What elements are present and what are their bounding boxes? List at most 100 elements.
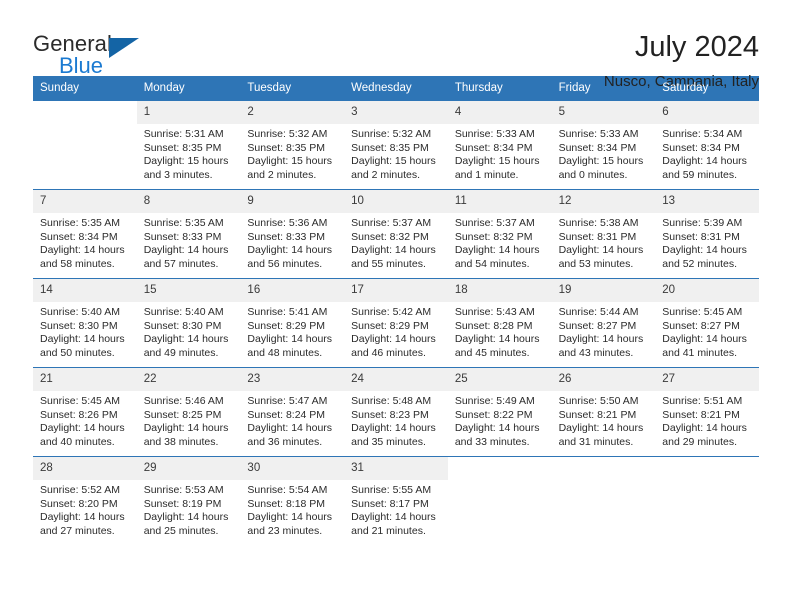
- calendar-day-cell[interactable]: 15 Sunrise: 5:40 AM Sunset: 8:30 PM Dayligh…: [136, 279, 241, 367]
- day-details: Sunrise: 5:48 AM Sunset: 8:23 PM Daylight:…: [344, 391, 448, 449]
- day-number: [33, 101, 137, 124]
- day-detail-line: and 1 minute.: [454, 168, 519, 181]
- calendar-day-cell[interactable]: 8 Sunrise: 5:35 AM Sunset: 8:33 PM Daylight…: [136, 190, 241, 278]
- day-detail-line: Sunset: 8:22 PM: [454, 408, 533, 421]
- day-detail-line: Sunrise: 5:42 AM: [351, 306, 432, 318]
- calendar-day-cell[interactable]: 5 Sunrise: 5:33 AM Sunset: 8:34 PM Daylight…: [551, 101, 656, 189]
- calendar-day-cell[interactable]: 20 Sunrise: 5:45 AM Sunset: 8:27 PM Dayligh…: [655, 279, 759, 367]
- day-detail-line: and 21 minutes.: [351, 524, 426, 537]
- day-detail-line: and 55 minutes.: [351, 257, 426, 270]
- day-detail-line: Sunrise: 5:38 AM: [558, 217, 639, 229]
- day-number: 28: [33, 457, 137, 480]
- day-details: Sunrise: 5:34 AM Sunset: 8:34 PM Daylight:…: [655, 124, 759, 182]
- day-detail-line: Sunset: 8:31 PM: [558, 230, 637, 243]
- calendar-day-cell[interactable]: 12 Sunrise: 5:38 AM Sunset: 8:31 PM Dayligh…: [551, 190, 656, 278]
- day-detail-line: and 27 minutes.: [40, 524, 115, 537]
- calendar-day-cell-empty: [447, 457, 552, 545]
- day-number: 4: [447, 101, 552, 124]
- calendar-day-cell[interactable]: 1 Sunrise: 5:31 AM Sunset: 8:35 PM Daylight…: [136, 101, 241, 189]
- day-details: Sunrise: 5:40 AM Sunset: 8:30 PM Daylight:…: [33, 302, 137, 360]
- day-details: Sunrise: 5:38 AM Sunset: 8:31 PM Daylight:…: [552, 213, 656, 271]
- day-number: 8: [136, 190, 241, 213]
- calendar-day-cell[interactable]: 28 Sunrise: 5:52 AM Sunset: 8:20 PM Dayligh…: [33, 457, 137, 545]
- calendar-grid: Sunday Monday Tuesday Wednesday Thursday Frid…: [33, 76, 759, 545]
- day-detail-line: Daylight: 14 hours: [40, 244, 125, 257]
- day-detail-line: Sunrise: 5:45 AM: [662, 306, 743, 318]
- day-detail-line: Sunset: 8:35 PM: [247, 141, 326, 154]
- day-details: Sunrise: 5:45 AM Sunset: 8:26 PM Daylight:…: [33, 391, 137, 449]
- day-detail-line: Daylight: 14 hours: [40, 333, 125, 346]
- calendar-day-cell[interactable]: 23 Sunrise: 5:47 AM Sunset: 8:24 PM Dayligh…: [240, 368, 345, 456]
- calendar-day-cell[interactable]: 3 Sunrise: 5:32 AM Sunset: 8:35 PM Daylight…: [344, 101, 448, 189]
- calendar-day-cell-empty: [655, 457, 759, 545]
- day-details: Sunrise: 5:49 AM Sunset: 8:22 PM Daylight:…: [448, 391, 552, 449]
- calendar-day-cell[interactable]: 25 Sunrise: 5:49 AM Sunset: 8:22 PM Dayligh…: [447, 368, 552, 456]
- day-detail-line: Sunrise: 5:51 AM: [662, 395, 743, 407]
- day-detail-line: and 45 minutes.: [454, 346, 530, 359]
- brand-logo[interactable]: General Blue: [33, 30, 163, 88]
- calendar-day-cell[interactable]: 26 Sunrise: 5:50 AM Sunset: 8:21 PM Dayligh…: [551, 368, 656, 456]
- day-detail-line: Daylight: 14 hours: [351, 422, 436, 435]
- calendar-day-cell[interactable]: 6 Sunrise: 5:34 AM Sunset: 8:34 PM Daylight…: [655, 101, 759, 189]
- day-number: 21: [33, 368, 137, 391]
- day-number: 31: [344, 457, 448, 480]
- day-details: Sunrise: 5:53 AM Sunset: 8:19 PM Daylight:…: [137, 480, 241, 538]
- day-detail-line: and 23 minutes.: [247, 524, 323, 537]
- day-number: 10: [344, 190, 448, 213]
- calendar-day-cell[interactable]: 4 Sunrise: 5:33 AM Sunset: 8:34 PM Daylight…: [447, 101, 552, 189]
- day-detail-line: Daylight: 15 hours: [351, 155, 436, 168]
- day-number: [448, 457, 552, 480]
- day-detail-line: Sunrise: 5:53 AM: [143, 484, 224, 496]
- calendar-body: 1 Sunrise: 5:31 AM Sunset: 8:35 PM Daylight…: [33, 101, 759, 545]
- day-detail-line: Daylight: 14 hours: [454, 422, 540, 435]
- day-details: Sunrise: 5:35 AM Sunset: 8:34 PM Daylight:…: [33, 213, 137, 271]
- day-detail-line: Sunrise: 5:46 AM: [143, 395, 224, 407]
- day-number: 9: [240, 190, 345, 213]
- day-detail-line: and 57 minutes.: [143, 257, 219, 270]
- day-detail-line: Daylight: 15 hours: [143, 155, 229, 168]
- day-detail-line: Sunset: 8:21 PM: [558, 408, 637, 421]
- calendar-day-cell[interactable]: 2 Sunrise: 5:32 AM Sunset: 8:35 PM Daylight…: [240, 101, 345, 189]
- day-number: 13: [655, 190, 759, 213]
- calendar-day-cell[interactable]: 30 Sunrise: 5:54 AM Sunset: 8:18 PM Dayligh…: [240, 457, 345, 545]
- calendar-day-cell[interactable]: 29 Sunrise: 5:53 AM Sunset: 8:19 PM Dayligh…: [136, 457, 241, 545]
- calendar-day-cell[interactable]: 9 Sunrise: 5:36 AM Sunset: 8:33 PM Daylight…: [240, 190, 345, 278]
- day-detail-line: Sunset: 8:31 PM: [662, 230, 740, 243]
- weekday-header-wednesday: Wednesday: [351, 82, 412, 94]
- calendar-day-cell[interactable]: 22 Sunrise: 5:46 AM Sunset: 8:25 PM Dayligh…: [136, 368, 241, 456]
- calendar-day-cell[interactable]: 27 Sunrise: 5:51 AM Sunset: 8:21 PM Dayligh…: [655, 368, 759, 456]
- calendar-day-cell[interactable]: 14 Sunrise: 5:40 AM Sunset: 8:30 PM Dayligh…: [33, 279, 137, 367]
- calendar-day-cell[interactable]: 17 Sunrise: 5:42 AM Sunset: 8:29 PM Dayligh…: [344, 279, 448, 367]
- day-detail-line: Sunrise: 5:49 AM: [454, 395, 535, 407]
- day-detail-line: Sunrise: 5:54 AM: [247, 484, 328, 496]
- calendar-day-cell[interactable]: 24 Sunrise: 5:48 AM Sunset: 8:23 PM Dayligh…: [344, 368, 448, 456]
- day-number: 19: [551, 279, 656, 302]
- day-detail-line: Sunset: 8:34 PM: [558, 141, 637, 154]
- day-detail-line: Sunset: 8:29 PM: [351, 319, 429, 332]
- calendar-day-cell[interactable]: 13 Sunrise: 5:39 AM Sunset: 8:31 PM Dayligh…: [655, 190, 759, 278]
- calendar-day-cell[interactable]: 19 Sunrise: 5:44 AM Sunset: 8:27 PM Dayligh…: [551, 279, 656, 367]
- day-detail-line: Sunrise: 5:40 AM: [143, 306, 224, 318]
- calendar-day-cell[interactable]: 18 Sunrise: 5:43 AM Sunset: 8:28 PM Dayligh…: [447, 279, 552, 367]
- day-detail-line: Sunset: 8:25 PM: [143, 408, 222, 421]
- day-detail-line: and 29 minutes.: [662, 435, 737, 448]
- calendar-day-cell[interactable]: 11 Sunrise: 5:37 AM Sunset: 8:32 PM Dayligh…: [447, 190, 552, 278]
- day-detail-line: Daylight: 14 hours: [40, 511, 125, 524]
- day-detail-line: and 0 minutes.: [558, 168, 628, 181]
- day-detail-line: Daylight: 14 hours: [40, 422, 125, 435]
- day-detail-line: Daylight: 14 hours: [558, 422, 644, 435]
- day-number: [552, 457, 656, 480]
- day-detail-line: Sunset: 8:27 PM: [662, 319, 740, 332]
- calendar-day-cell[interactable]: 10 Sunrise: 5:37 AM Sunset: 8:32 PM Dayligh…: [344, 190, 448, 278]
- calendar-day-cell[interactable]: 31 Sunrise: 5:55 AM Sunset: 8:17 PM Dayligh…: [344, 457, 448, 545]
- calendar-week-row: 7 Sunrise: 5:35 AM Sunset: 8:34 PM Daylight…: [33, 189, 759, 278]
- day-details: Sunrise: 5:32 AM Sunset: 8:35 PM Daylight:…: [240, 124, 344, 182]
- day-detail-line: Daylight: 14 hours: [351, 511, 436, 524]
- calendar-day-cell[interactable]: 21 Sunrise: 5:45 AM Sunset: 8:26 PM Dayligh…: [33, 368, 137, 456]
- day-number: 11: [447, 190, 552, 213]
- day-detail-line: Sunrise: 5:31 AM: [143, 128, 224, 140]
- calendar-day-cell[interactable]: 7 Sunrise: 5:35 AM Sunset: 8:34 PM Daylight…: [33, 190, 137, 278]
- day-detail-line: Sunset: 8:30 PM: [143, 319, 222, 332]
- calendar-week-row: 1 Sunrise: 5:31 AM Sunset: 8:35 PM Daylight…: [33, 101, 759, 189]
- calendar-day-cell[interactable]: 16 Sunrise: 5:41 AM Sunset: 8:29 PM Dayligh…: [240, 279, 345, 367]
